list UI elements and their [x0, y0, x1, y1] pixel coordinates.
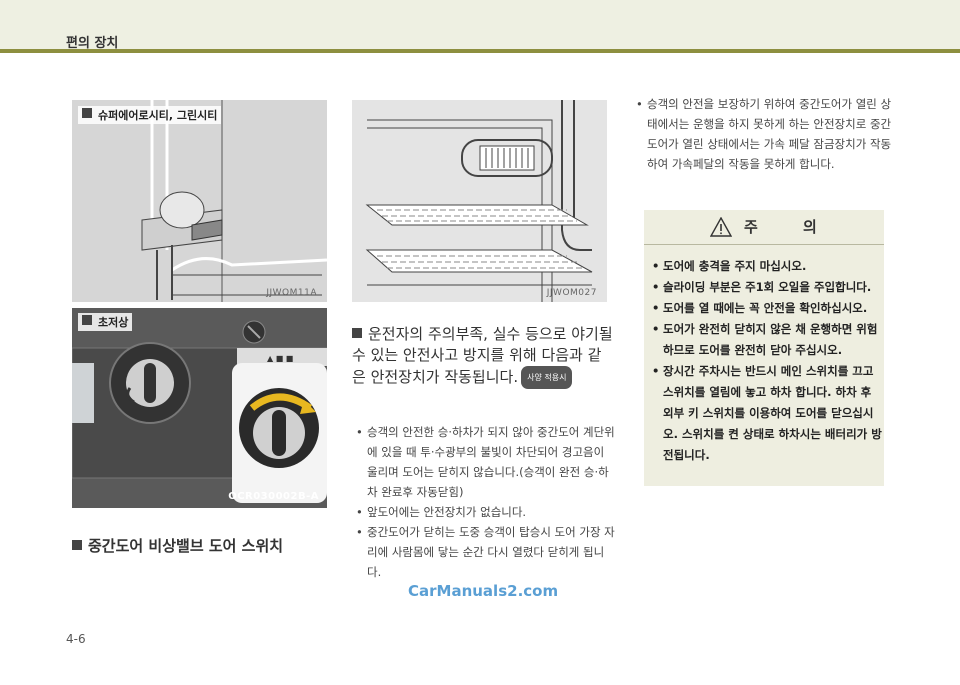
figure-code: JJWOM11A — [266, 288, 317, 298]
figure-code: OCR030002B-A — [228, 491, 319, 502]
figure-door-step-interior: JJWOM027 — [352, 100, 607, 302]
option-badge: 사양 적용시 — [521, 366, 573, 389]
list-item: 도어가 완전히 닫히지 않은 채 운행하면 위험하므로 도어를 완전히 닫아 주… — [650, 319, 882, 361]
list-item: 중간도어가 닫히는 도중 승객이 탑승시 도어 가장 자리에 사람몸에 닿는 순… — [354, 522, 616, 582]
left-section-heading: 중간도어 비상밸브 도어 스위치 — [72, 536, 332, 557]
watermark-link[interactable]: CarManuals2.com — [408, 582, 558, 600]
caution-header: 주 의 — [644, 210, 884, 245]
middle-section-heading: 운전자의 주의부족, 실수 등으로 야기될 수 있는 안전사고 방지를 위해 다… — [352, 324, 614, 389]
square-bullet-icon — [72, 540, 82, 550]
caution-list: 도어에 충격을 주지 마십시오. 슬라이딩 부분은 주1회 오일을 주입합니다.… — [650, 256, 882, 466]
list-item: 도어를 열 때에는 꼭 안전을 확인하십시오. — [650, 298, 882, 319]
figure-caption: 초저상 — [78, 313, 133, 331]
square-bullet-icon — [352, 328, 362, 338]
list-item: 도어에 충격을 주지 마십시오. — [650, 256, 882, 277]
list-item: 승객의 안전한 승·하차가 되지 않아 중간도어 계단위에 있을 때 투·수광부… — [354, 422, 616, 502]
door-switch-illustration: ▲ ■ ■ — [72, 308, 327, 508]
bus-step-illustration — [72, 100, 327, 302]
square-bullet-icon — [82, 315, 92, 325]
list-item: 승객의 안전을 보장하기 위하여 중간도어가 열린 상태에서는 운행을 하지 못… — [634, 94, 892, 174]
top-banner-rule — [0, 49, 960, 53]
list-item: 앞도어에는 안전장치가 없습니다. — [354, 502, 616, 522]
page-number: 4-6 — [66, 632, 86, 646]
top-banner — [0, 0, 960, 53]
caution-title: 주 의 — [744, 218, 837, 236]
door-step-illustration — [352, 100, 607, 302]
section-title: 편의 장치 — [66, 36, 119, 51]
right-bullet-list: 승객의 안전을 보장하기 위하여 중간도어가 열린 상태에서는 운행을 하지 못… — [634, 94, 892, 174]
square-bullet-icon — [82, 108, 92, 118]
figure-code: JJWOM027 — [546, 288, 597, 298]
list-item: 장시간 주차시는 반드시 메인 스위치를 끄고 스위치를 열림에 놓고 하차 합… — [650, 361, 882, 466]
list-item: 슬라이딩 부분은 주1회 오일을 주입합니다. — [650, 277, 882, 298]
middle-bullet-list: 승객의 안전한 승·하차가 되지 않아 중간도어 계단위에 있을 때 투·수광부… — [354, 422, 616, 582]
warning-triangle-icon — [710, 217, 732, 237]
figure-caption: 슈퍼에어로시티, 그린시티 — [78, 106, 222, 124]
svg-text:▲ ■ ■: ▲ ■ ■ — [267, 354, 293, 363]
figure-bus-step-aerocity: 슈퍼에어로시티, 그린시티 JJWOM11A — [72, 100, 327, 302]
caution-box: 주 의 도어에 충격을 주지 마십시오. 슬라이딩 부분은 주1회 오일을 주입… — [644, 210, 884, 486]
figure-door-switch-lowfloor: ▲ ■ ■ 초저상 OCR030002B-A — [72, 308, 327, 508]
